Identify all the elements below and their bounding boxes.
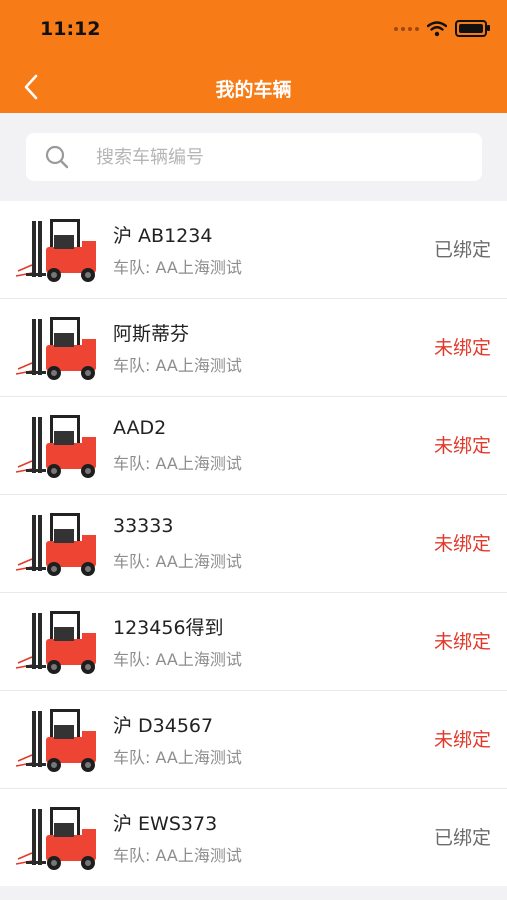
vehicle-plate: 沪 AB1234 xyxy=(113,225,213,247)
forklift-icon xyxy=(15,219,96,282)
page-title: 我的车辆 xyxy=(215,79,292,101)
search-section xyxy=(0,113,507,201)
vehicle-row[interactable]: 沪 EWS373 车队: AA上海测试 已绑定 xyxy=(0,789,507,886)
status-icons xyxy=(394,20,490,37)
vehicle-fleet: 车队: AA上海测试 xyxy=(113,748,242,767)
vehicle-plate: 123456得到 xyxy=(113,617,224,639)
wifi-icon xyxy=(427,20,447,36)
binding-status: 未绑定 xyxy=(433,435,491,457)
forklift-icon xyxy=(15,611,96,674)
vehicle-plate: 33333 xyxy=(113,515,174,537)
vehicle-fleet: 车队: AA上海测试 xyxy=(113,454,242,473)
binding-status: 已绑定 xyxy=(433,827,491,849)
vehicle-fleet: 车队: AA上海测试 xyxy=(113,650,242,669)
binding-status: 未绑定 xyxy=(433,729,491,751)
vehicle-fleet: 车队: AA上海测试 xyxy=(113,846,242,865)
vehicle-fleet: 车队: AA上海测试 xyxy=(113,552,242,571)
vehicle-row[interactable]: 沪 D34567 车队: AA上海测试 未绑定 xyxy=(0,691,507,789)
forklift-icon xyxy=(15,709,96,772)
signal-icon xyxy=(394,26,419,31)
binding-status: 未绑定 xyxy=(433,631,491,653)
app-header: 11:12 我的车辆 xyxy=(0,0,507,113)
forklift-icon xyxy=(15,513,96,576)
vehicle-plate: AAD2 xyxy=(113,417,167,439)
vehicle-row[interactable]: AAD2 车队: AA上海测试 未绑定 xyxy=(0,397,507,495)
binding-status: 已绑定 xyxy=(433,239,491,261)
vehicle-list: 沪 AB1234 车队: AA上海测试 已绑定 阿斯蒂芬 车队: AA上海测试 … xyxy=(0,201,507,886)
vehicle-fleet: 车队: AA上海测试 xyxy=(113,258,242,277)
forklift-icon xyxy=(15,807,96,870)
vehicle-plate: 阿斯蒂芬 xyxy=(113,323,190,345)
vehicle-row[interactable]: 123456得到 车队: AA上海测试 未绑定 xyxy=(0,593,507,691)
status-time: 11:12 xyxy=(40,18,101,40)
vehicle-row[interactable]: 阿斯蒂芬 车队: AA上海测试 未绑定 xyxy=(0,299,507,397)
vehicle-plate: 沪 D34567 xyxy=(113,715,214,737)
search-input[interactable] xyxy=(94,145,458,169)
vehicle-fleet: 车队: AA上海测试 xyxy=(113,356,242,375)
vehicle-row[interactable]: 33333 车队: AA上海测试 未绑定 xyxy=(0,495,507,593)
forklift-icon xyxy=(15,415,96,478)
search-icon xyxy=(45,145,69,169)
battery-icon xyxy=(455,20,490,37)
binding-status: 未绑定 xyxy=(433,337,491,359)
binding-status: 未绑定 xyxy=(433,533,491,555)
vehicle-row[interactable]: 沪 AB1234 车队: AA上海测试 已绑定 xyxy=(0,201,507,299)
vehicle-plate: 沪 EWS373 xyxy=(113,813,218,835)
search-bar[interactable] xyxy=(26,133,482,181)
forklift-icon xyxy=(15,317,96,380)
